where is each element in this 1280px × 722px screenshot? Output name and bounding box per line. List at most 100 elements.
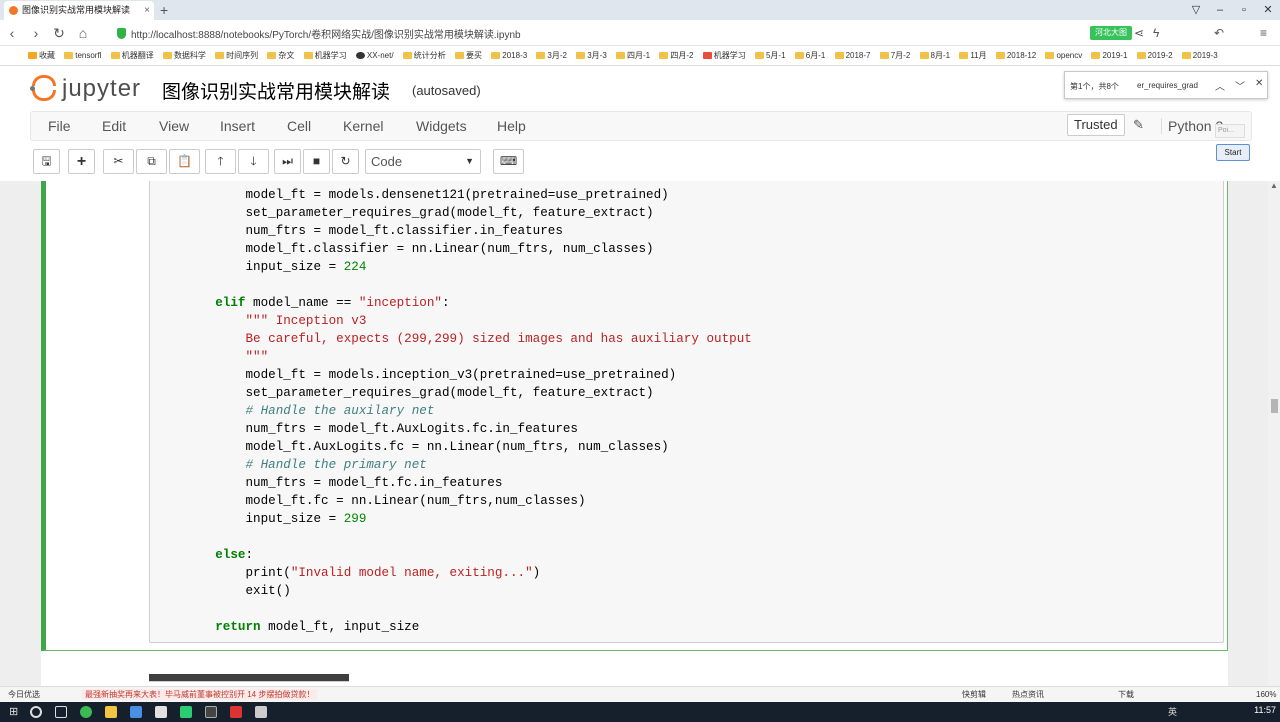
menu-file[interactable]: File [48,118,71,134]
code-line[interactable]: elif model_name == "inception": [185,294,752,312]
status-quickclip[interactable]: 快剪辑 [962,687,986,702]
insert-cell-icon[interactable]: + [68,149,95,174]
code-editor[interactable]: model_ft = models.densenet121(pretrained… [149,181,1224,643]
extension-badge[interactable]: 河北大图 [1090,26,1132,40]
code-line[interactable]: model_ft.fc = nn.Linear(num_ftrs,num_cla… [185,492,752,510]
bookmark-item[interactable]: 杂文 [267,46,294,65]
menu-widgets[interactable]: Widgets [416,118,467,134]
browser-app-icon[interactable] [80,706,92,718]
browser-tab[interactable]: 图像识别实战常用模块解读 × [4,1,154,20]
save-icon[interactable]: 🖫 [33,149,60,174]
minimize-icon[interactable]: – [1210,0,1230,20]
bookmark-item[interactable]: 机器学习 [303,46,347,65]
code-line[interactable] [185,600,752,618]
scrollbar[interactable]: ▲ [1268,181,1280,686]
task-view-icon[interactable] [55,706,67,718]
app-icon[interactable] [180,706,192,718]
menu-kernel[interactable]: Kernel [343,118,383,134]
find-close-icon[interactable]: ✕ [1255,78,1263,89]
code-line[interactable]: input_size = 299 [185,510,752,528]
code-line[interactable]: num_ftrs = model_ft.fc.in_features [185,474,752,492]
code-line[interactable]: model_ft.classifier = nn.Linear(num_ftrs… [185,240,752,258]
code-line[interactable]: Be careful, expects (299,299) sized imag… [185,330,751,348]
trusted-indicator[interactable]: Trusted [1067,114,1125,136]
code-line[interactable]: set_parameter_requires_grad(model_ft, fe… [185,204,752,222]
status-download[interactable]: 下载 [1118,687,1134,702]
menu-edit[interactable]: Edit [102,118,126,134]
bookmark-item[interactable]: 要买 [455,46,482,65]
menu-cell[interactable]: Cell [287,118,311,134]
forward-icon[interactable]: › [26,23,46,43]
code-line[interactable] [185,276,752,294]
back-icon[interactable]: ‹ [2,23,22,43]
terminal-app-icon[interactable] [205,706,217,718]
bookmark-item[interactable]: 5月-1 [754,46,786,65]
bookmark-item[interactable]: 2018-7 [834,46,870,65]
bookmark-item[interactable]: 四月-1 [616,46,650,65]
start-button[interactable]: Start [1216,144,1250,161]
app-icon[interactable] [255,706,267,718]
code-line[interactable]: # Handle the auxilary net [185,402,752,420]
code-line[interactable]: """ Inception v3 [185,312,752,330]
keyboard-icon[interactable]: ⌨ [493,149,524,174]
bookmark-item[interactable]: 8月-1 [919,46,950,65]
bookmark-item[interactable]: 7月-2 [879,46,910,65]
explorer-app-icon[interactable] [105,706,117,718]
windows-start-icon[interactable]: ⊞ [9,705,18,718]
bookmark-item[interactable]: 2019-1 [1091,46,1127,65]
jupyter-logo-text[interactable]: jupyter [62,75,141,103]
new-tab-button[interactable]: + [160,0,168,20]
code-text[interactable]: model_ft = models.densenet121(pretrained… [185,186,752,636]
news-ticker[interactable]: 最强新抽奖再来大表！毕马威前董事被控别开 14 步摆拍做贷款！ [82,689,318,700]
bookmark-item[interactable]: XX-net/ [355,46,394,65]
code-line[interactable]: model_ft = models.inception_v3(pretraine… [185,366,752,384]
url-field[interactable]: http://localhost:8888/notebooks/PyTorch/… [131,26,521,41]
cell-type-select[interactable]: Code ▼ [365,149,481,174]
bookmark-item[interactable]: 时间序列 [215,46,258,65]
scroll-thumb[interactable] [1271,399,1278,413]
ime-indicator[interactable]: 英 [1168,705,1177,718]
jupyter-logo-icon[interactable] [30,72,58,104]
maximize-icon[interactable]: ▫ [1234,0,1254,20]
bookmark-item[interactable]: 数据科学 [162,46,206,65]
menu-insert[interactable]: Insert [220,118,255,134]
reload-icon[interactable]: ↻ [49,23,69,43]
bookmark-item[interactable]: opencv [1045,46,1082,65]
notebook-title[interactable]: 图像识别实战常用模块解读 [162,77,390,104]
code-cell[interactable]: model_ft = models.densenet121(pretrained… [41,181,1228,651]
app-icon[interactable] [130,706,142,718]
code-line[interactable]: num_ftrs = model_ft.classifier.in_featur… [185,222,752,240]
bookmark-item[interactable]: 2019-2 [1136,46,1173,65]
clock[interactable]: 11:57 [1254,705,1276,715]
share-icon[interactable]: ⋖ [1134,25,1144,41]
code-line[interactable]: set_parameter_requires_grad(model_ft, fe… [185,384,752,402]
menu-view[interactable]: View [159,118,189,134]
code-line[interactable]: input_size = 224 [185,258,752,276]
bookmark-item[interactable]: 统计分析 [402,46,446,65]
run-icon[interactable]: ⏭ [274,149,301,174]
cut-icon[interactable]: ✂ [103,149,134,174]
find-prev-icon[interactable]: ︿ [1215,78,1225,93]
code-line[interactable]: # Handle the primary net [185,456,752,474]
find-input[interactable]: er_requires_grad [1137,81,1198,90]
copy-icon[interactable]: ⧉ [136,149,167,174]
edit-pencil-icon[interactable]: ✎ [1133,117,1144,133]
bookmark-item[interactable]: 2018-12 [995,46,1036,65]
bookmark-item[interactable]: 3月-3 [576,46,607,65]
menu-icon[interactable]: ≡ [1260,25,1267,41]
tab-close-icon[interactable]: × [144,1,150,20]
move-down-icon[interactable]: 🡓 [238,149,269,174]
bookmark-item[interactable]: 3月-2 [536,46,567,65]
bookmark-item[interactable]: 收藏 [28,46,55,65]
status-news[interactable]: 热点资讯 [1012,687,1044,702]
bookmark-item[interactable]: 11月 [959,46,987,65]
scroll-up-icon[interactable]: ▲ [1270,181,1278,190]
paste-icon[interactable]: 📋 [169,149,200,174]
code-line[interactable]: print("Invalid model name, exiting...") [185,564,752,582]
code-line[interactable] [185,528,752,546]
menu-help[interactable]: Help [497,118,526,134]
bolt-icon[interactable]: ϟ [1153,25,1159,41]
bookmark-item[interactable]: 四月-2 [659,46,694,65]
bookmark-item[interactable]: 2018-3 [491,46,527,65]
restart-icon[interactable]: ↻ [332,149,359,174]
